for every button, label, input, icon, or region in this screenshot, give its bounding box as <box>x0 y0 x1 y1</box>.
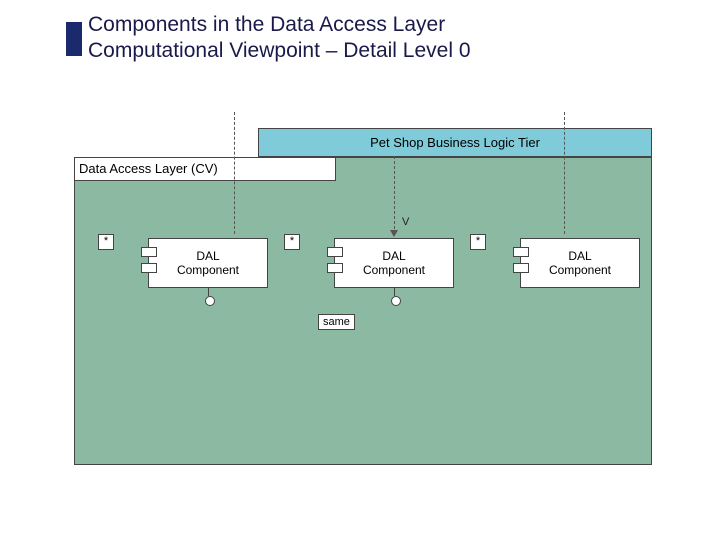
component-label-2: Component <box>549 263 611 277</box>
diagram-container: Pet Shop Business Logic Tier Data Access… <box>74 128 650 463</box>
dal-component-3: DAL Component <box>520 238 640 288</box>
component-label-1: DAL <box>382 249 405 263</box>
component-lug-icon <box>513 247 529 257</box>
title-accent-bar <box>66 22 82 56</box>
multiplicity-star: * <box>98 234 114 250</box>
multiplicity-star: * <box>284 234 300 250</box>
slide-title: Components in the Data Access Layer Comp… <box>88 12 471 65</box>
title-line-1: Components in the Data Access Layer <box>88 12 471 38</box>
lollipop-interface-icon <box>208 288 209 296</box>
component-label-2: Component <box>177 263 239 277</box>
component-label-1: DAL <box>196 249 219 263</box>
dal-component-1: DAL Component <box>148 238 268 288</box>
multiplicity-star: * <box>470 234 486 250</box>
lollipop-interface-icon <box>394 288 395 296</box>
arrowhead-icon <box>390 230 398 237</box>
connector-dashed-2 <box>394 156 395 234</box>
data-access-layer-box <box>74 157 652 465</box>
data-access-layer-label: Data Access Layer (CV) <box>74 157 336 181</box>
component-lug-icon <box>327 263 343 273</box>
component-lug-icon <box>513 263 529 273</box>
business-logic-tier-header: Pet Shop Business Logic Tier <box>258 128 652 157</box>
component-label-1: DAL <box>568 249 591 263</box>
arrow-label: V <box>402 216 409 228</box>
title-line-2: Computational Viewpoint – Detail Level 0 <box>88 38 471 64</box>
component-lug-icon <box>141 263 157 273</box>
component-lug-icon <box>327 247 343 257</box>
connector-dashed-1 <box>234 112 235 234</box>
component-label-2: Component <box>363 263 425 277</box>
dal-component-2: DAL Component <box>334 238 454 288</box>
same-note: same <box>318 314 355 330</box>
connector-dashed-3 <box>564 112 565 234</box>
component-lug-icon <box>141 247 157 257</box>
